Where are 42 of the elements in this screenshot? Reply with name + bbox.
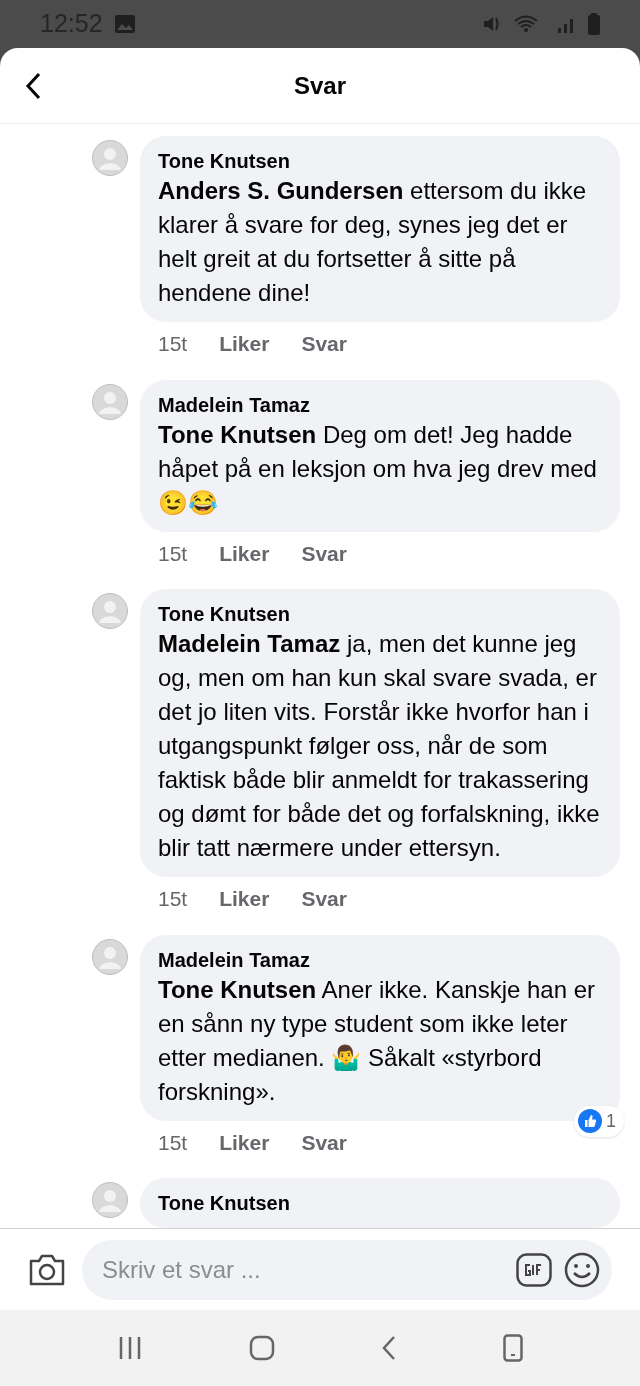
back-icon — [24, 70, 42, 101]
avatar — [92, 938, 128, 975]
home-icon[interactable] — [249, 1335, 275, 1361]
comment-time: 15t — [158, 1129, 188, 1156]
comment-action[interactable]: Svar — [301, 883, 347, 915]
image-icon — [114, 15, 135, 33]
back-nav-icon[interactable] — [381, 1335, 397, 1361]
comment-text: Tone Knutsen Deg om det! Jeg hadde håpet på en leksjon om hva jeg drev med 😉😂 — [158, 419, 598, 518]
reaction-badge[interactable]: 1 — [574, 1105, 624, 1137]
comment-author[interactable]: Madelein Tamaz — [158, 391, 602, 418]
comment-time: 15t — [158, 331, 188, 357]
comment-action[interactable]: Liker — [219, 1126, 270, 1158]
comment-time: 15t — [158, 540, 188, 567]
avatar — [92, 140, 128, 176]
emoji-icon[interactable] — [564, 1251, 600, 1288]
comment-action[interactable]: Liker — [219, 537, 270, 569]
reaction-count: 1 — [606, 1109, 617, 1133]
header-title: Svar — [293, 70, 346, 101]
comment-time: 15t — [158, 886, 188, 912]
comment-action[interactable]: Liker — [219, 328, 270, 360]
phone-icon[interactable] — [503, 1334, 523, 1362]
comment-text: Anders S. Gundersen ettersom du ikke klarer å svare for deg, synes jeg det er helt greit at du fortsetter å sitte på hendene dine! — [158, 176, 588, 308]
recent-apps-icon[interactable] — [117, 1335, 143, 1361]
comment-author[interactable]: Tone Knutsen — [158, 148, 602, 174]
comment-text: Tone Knutsen Aner ikke. Kanskje han er en sånn ny type student som ikke leter etter medianen. 🤷‍♂ Såkalt «styrbord forskning». — [158, 974, 597, 1107]
comment-action[interactable]: Svar — [301, 537, 347, 569]
avatar — [92, 1182, 128, 1218]
thumbs-up-icon — [578, 1109, 602, 1133]
comment-author[interactable]: Tone Knutsen — [158, 1190, 602, 1216]
comment-text: Madelein Tamaz ja, men det kunne jeg og, men om han kun skal svare svada, er det jo liten vits. Forstår ikke hvorfor han i utgangspunkt følger oss, når de som faktisk både blir anmeldt for trakassering og dømt for både det og forfalskning, ikke blir tatt nærmere under ettersyn. — [158, 629, 601, 863]
battery-icon — [588, 13, 600, 35]
gif-icon[interactable] — [516, 1252, 552, 1287]
avatar — [92, 383, 128, 420]
comment-author[interactable]: Tone Knutsen — [158, 601, 602, 627]
comment-action[interactable]: Liker — [219, 883, 270, 915]
camera-icon[interactable] — [28, 1252, 66, 1287]
wifi-icon — [514, 14, 538, 34]
avatar — [92, 593, 128, 629]
comment-action[interactable]: Svar — [301, 1126, 347, 1158]
reply-field[interactable]: Skriv et svar ... — [82, 1239, 612, 1300]
comment-author[interactable]: Madelein Tamaz — [158, 946, 602, 973]
comment-action[interactable]: Svar — [301, 328, 347, 360]
